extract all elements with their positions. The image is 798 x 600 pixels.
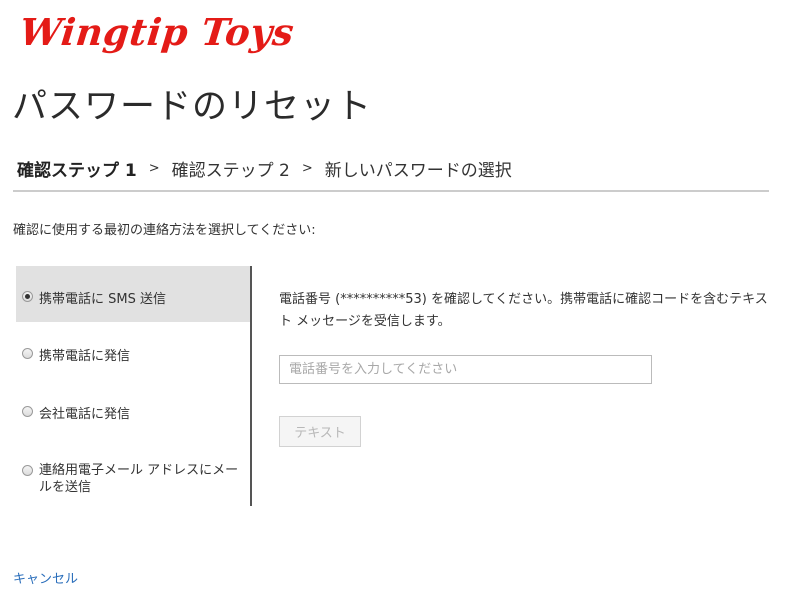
method-option-label: 会社電話に発信: [39, 407, 131, 422]
method-option-label: 携帯電話に発信: [39, 349, 131, 364]
method-option-email[interactable]: 連絡用電子メール アドレスにメールを送信: [16, 440, 250, 506]
phone-number-input[interactable]: [279, 355, 652, 384]
radio-button-icon[interactable]: [22, 348, 33, 359]
radio-button-checked-icon[interactable]: [22, 291, 33, 302]
breadcrumb-separator-icon: >: [148, 161, 160, 176]
method-list-divider: [250, 266, 252, 506]
wingtip-toys-logo: Wingtip Toys: [17, 10, 297, 54]
password-reset-page: Wingtip Toys パスワードのリセット 確認ステップ 1 > 確認ステッ…: [0, 0, 798, 600]
breadcrumb-step-2: 確認ステップ 2: [171, 161, 290, 181]
method-option-sms[interactable]: 携帯電話に SMS 送信: [16, 266, 250, 322]
breadcrumb-step-3: 新しいパスワードの選択: [324, 161, 512, 181]
radio-button-icon[interactable]: [22, 406, 33, 417]
cancel-link[interactable]: キャンセル: [13, 568, 78, 587]
instruction-text: 確認に使用する最初の連絡方法を選択してください:: [13, 223, 316, 238]
breadcrumb: 確認ステップ 1 > 確認ステップ 2 > 新しいパスワードの選択: [17, 156, 512, 181]
page-title: パスワードのリセット: [12, 87, 373, 127]
method-option-label: 連絡用電子メール アドレスにメールを送信: [39, 463, 239, 495]
method-option-office-call[interactable]: 会社電話に発信: [16, 381, 250, 440]
verification-description: 電話番号 (**********53) を確認してください。携帯電話に確認コード…: [279, 292, 768, 329]
radio-button-icon[interactable]: [22, 465, 33, 476]
contact-method-list: 携帯電話に SMS 送信 携帯電話に発信 会社電話に発信 連絡用電子メール アド…: [16, 266, 250, 506]
breadcrumb-step-1: 確認ステップ 1: [17, 161, 137, 181]
method-option-label: 携帯電話に SMS 送信: [39, 292, 166, 307]
breadcrumb-separator-icon: >: [301, 161, 313, 176]
send-text-button[interactable]: テキスト: [279, 416, 361, 447]
header-divider: [13, 190, 769, 192]
method-option-mobile-call[interactable]: 携帯電話に発信: [16, 322, 250, 381]
